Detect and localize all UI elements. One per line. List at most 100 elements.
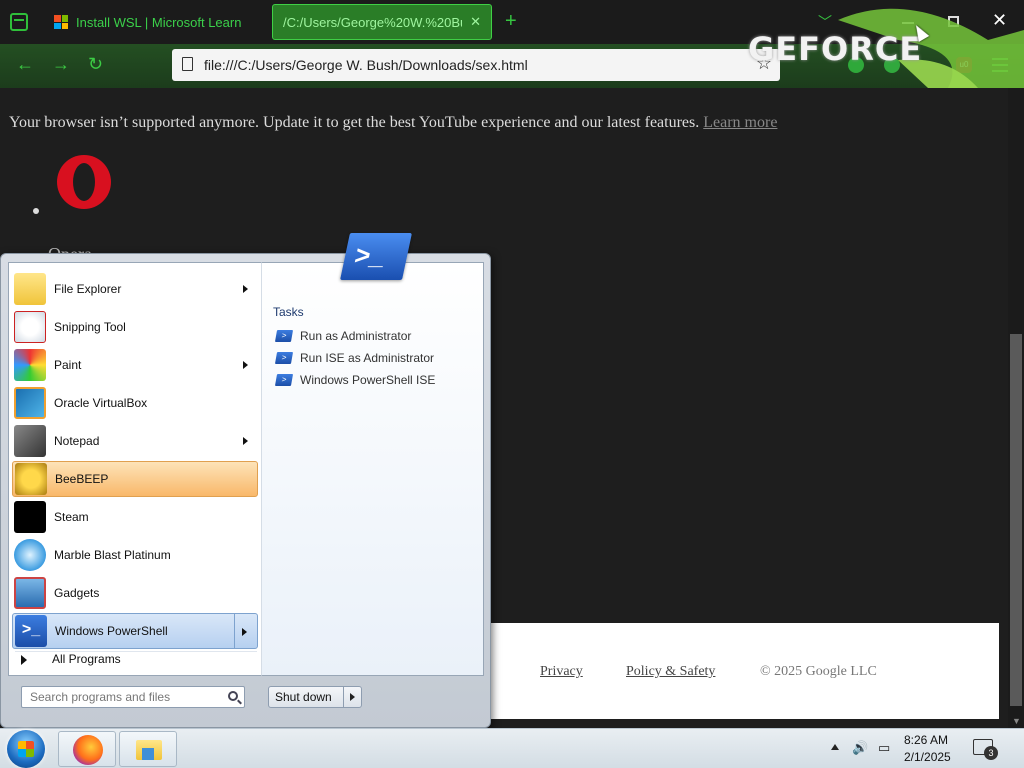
reload-button[interactable]: ↻ [88, 54, 103, 75]
scrollbar-thumb[interactable] [1010, 334, 1022, 706]
program-label: BeeBEEP [55, 472, 109, 486]
show-hidden-icons-icon[interactable] [831, 744, 839, 750]
address-text[interactable]: file:///C:/Users/George W. Bush/Download… [204, 57, 528, 73]
list-bullet [33, 208, 39, 214]
program-beebeep[interactable]: BeeBEEP [12, 461, 258, 497]
page-footer: s Privacy Policy & Safety © 2025 Google … [482, 623, 999, 719]
file-icon [182, 57, 193, 71]
bee-icon [15, 463, 47, 495]
split-divider [234, 614, 235, 648]
powershell-ise-icon: > [274, 374, 294, 386]
policy-safety-link[interactable]: Policy & Safety [626, 664, 715, 680]
submenu-arrow-icon[interactable] [242, 628, 247, 636]
page-scrollbar[interactable]: ▼ [1008, 88, 1024, 728]
minimize-button[interactable] [902, 22, 914, 24]
shutdown-options-arrow-icon[interactable] [343, 687, 361, 707]
privacy-link[interactable]: Privacy [540, 664, 583, 680]
program-marble-blast[interactable]: Marble Blast Platinum [12, 537, 258, 573]
program-label: Gadgets [54, 586, 100, 600]
ublock-icon[interactable]: u0 [956, 57, 972, 73]
tab-actions-icon[interactable] [10, 13, 28, 31]
program-paint[interactable]: Paint [12, 347, 258, 383]
task-powershell-ise[interactable]: > Windows PowerShell ISE [274, 373, 436, 387]
powershell-icon: >_ [15, 615, 47, 647]
copyright-text: © 2025 Google LLC [760, 664, 877, 679]
opera-logo-icon[interactable] [56, 154, 112, 210]
scissors-icon [14, 311, 46, 343]
powershell-large-icon: >_ [340, 233, 412, 280]
close-tab-icon[interactable]: ✕ [470, 14, 481, 30]
program-label: Snipping Tool [54, 320, 126, 334]
start-menu: File Explorer Snipping Tool Paint Oracle… [0, 253, 491, 728]
program-notepad[interactable]: Notepad [12, 423, 258, 459]
bookmark-star-icon[interactable]: ☆ [756, 53, 772, 74]
jump-list-pane: Tasks > Run as Administrator > Run ISE a… [261, 262, 484, 676]
program-label: Windows PowerShell [55, 624, 168, 638]
task-label: Run ISE as Administrator [300, 351, 435, 365]
virtualbox-icon [14, 387, 46, 419]
search-icon[interactable] [228, 691, 238, 701]
task-label: Windows PowerShell ISE [300, 373, 436, 387]
chevron-down-icon[interactable]: ﹀ [818, 12, 832, 32]
taskbar-file-explorer[interactable] [119, 731, 177, 767]
scroll-down-icon[interactable]: ▼ [1012, 716, 1021, 726]
program-file-explorer[interactable]: File Explorer [12, 271, 258, 307]
task-run-ise-as-admin[interactable]: > Run ISE as Administrator [274, 351, 435, 365]
program-label: Notepad [54, 434, 100, 448]
task-run-as-admin[interactable]: > Run as Administrator [274, 329, 412, 343]
shutdown-label: Shut down [275, 690, 332, 704]
tab-install-wsl[interactable]: Install WSL | Microsoft Learn [44, 4, 268, 40]
browser-tab-bar: Install WSL | Microsoft Learn /C:/Users/… [0, 0, 1024, 44]
all-programs-arrow-icon[interactable] [21, 655, 27, 665]
marble-icon [14, 539, 46, 571]
close-window-button[interactable]: ✕ [992, 10, 1007, 31]
extension-icon[interactable] [884, 57, 900, 73]
search-placeholder: Search programs and files [30, 690, 171, 704]
submenu-arrow-icon[interactable] [243, 361, 248, 369]
powershell-ise-icon: > [274, 352, 294, 364]
back-button[interactable]: ← [16, 54, 34, 75]
tab-title: Install WSL | Microsoft Learn [76, 14, 242, 30]
action-center-icon[interactable]: 3 [973, 739, 998, 760]
new-tab-button[interactable]: + [505, 10, 517, 33]
learn-more-link[interactable]: Learn more [703, 114, 777, 131]
maximize-button[interactable] [948, 16, 959, 27]
task-label: Run as Administrator [300, 329, 412, 343]
browser-menu-button[interactable] [992, 58, 1008, 76]
start-button[interactable] [7, 730, 45, 768]
submenu-arrow-icon[interactable] [243, 437, 248, 445]
start-search-input[interactable]: Search programs and files [21, 686, 245, 708]
volume-icon[interactable]: 🔊 [852, 740, 868, 756]
tasks-heading: Tasks [273, 305, 304, 319]
notepad-icon [14, 425, 46, 457]
tab-title: /C:/Users/George%20W.%20Bush/ [283, 14, 462, 30]
gadgets-icon [14, 577, 46, 609]
notification-count: 3 [984, 746, 998, 760]
taskbar-firefox[interactable] [58, 731, 116, 767]
browser-toolbar: ← → ↻ file:///C:/Users/George W. Bush/Do… [0, 44, 1024, 88]
program-steam[interactable]: Steam [12, 499, 258, 535]
network-icon[interactable]: ▭ [878, 740, 890, 756]
program-label: File Explorer [54, 282, 122, 296]
palette-icon [14, 349, 46, 381]
start-programs-pane: File Explorer Snipping Tool Paint Oracle… [8, 262, 261, 676]
program-snipping-tool[interactable]: Snipping Tool [12, 309, 258, 345]
program-virtualbox[interactable]: Oracle VirtualBox [12, 385, 258, 421]
clock-time: 8:26 AM [904, 733, 949, 747]
forward-button[interactable]: → [52, 54, 70, 75]
program-label: Steam [54, 510, 89, 524]
program-windows-powershell[interactable]: >_ Windows PowerShell [12, 613, 258, 649]
address-bar[interactable]: file:///C:/Users/George W. Bush/Download… [172, 49, 780, 81]
steam-icon [14, 501, 46, 533]
submenu-arrow-icon[interactable] [243, 285, 248, 293]
program-label: Paint [54, 358, 82, 372]
folder-icon [136, 740, 162, 760]
shutdown-button[interactable]: Shut down [268, 686, 362, 708]
program-label: Oracle VirtualBox [54, 396, 148, 410]
notice-text: Your browser isn’t supported anymore. Up… [9, 114, 700, 131]
extension-icon[interactable] [848, 57, 864, 73]
program-gadgets[interactable]: Gadgets [12, 575, 258, 611]
all-programs-button[interactable]: All Programs [52, 652, 121, 666]
tab-local-file[interactable]: /C:/Users/George%20W.%20Bush/ ✕ [272, 4, 492, 40]
clock[interactable]: 8:26 AM 2/1/2025 [904, 732, 951, 766]
